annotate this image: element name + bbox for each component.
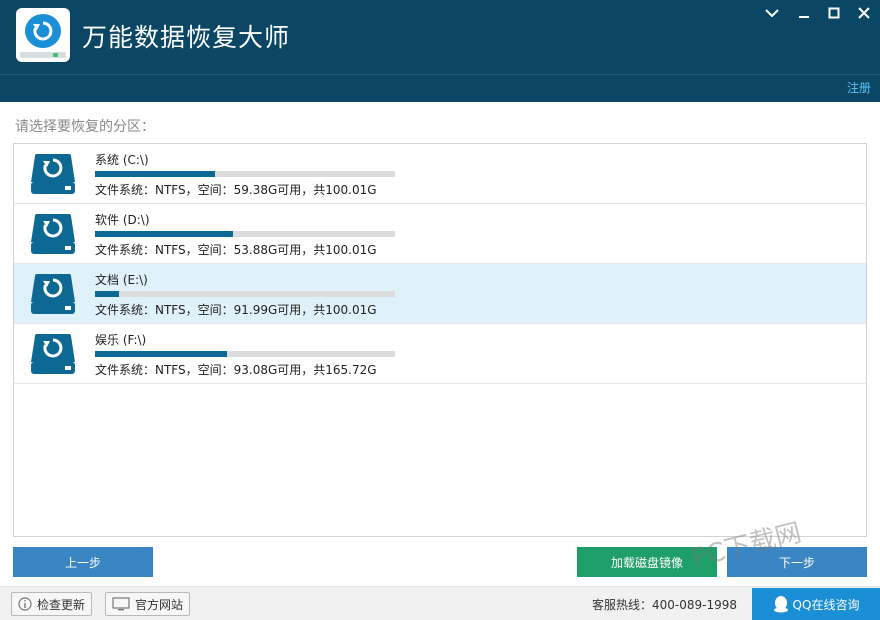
partition-name: 文档 (E:\) xyxy=(95,273,148,287)
partition-name: 娱乐 (F:\) xyxy=(95,333,147,347)
partition-info: 文件系统：NTFS，空间：53.88G可用，共100.01G xyxy=(95,243,377,257)
refresh-drive-icon xyxy=(31,334,75,374)
usage-bar xyxy=(95,171,395,177)
partition-name: 软件 (D:\) xyxy=(95,213,150,227)
qq-consult-button[interactable]: QQ在线咨询 xyxy=(752,588,880,620)
refresh-drive-icon xyxy=(31,154,75,194)
check-update-button[interactable]: 检查更新 xyxy=(11,592,93,616)
hotline-text: 客服热线：400-089-1998 xyxy=(592,598,738,612)
partition-row-e[interactable]: 文档 (E:\) 文件系统：NTFS，空间：91.99G可用，共100.01G xyxy=(14,264,866,324)
official-website-label: 官方网站 xyxy=(135,597,184,612)
app-title: 万能数据恢复大师 xyxy=(82,23,291,52)
partition-row-f[interactable]: 娱乐 (F:\) 文件系统：NTFS，空间：93.08G可用，共165.72G xyxy=(14,324,866,384)
sub-bar xyxy=(0,74,880,102)
register-link[interactable]: 注册 xyxy=(847,79,871,96)
partition-info: 文件系统：NTFS，空间：91.99G可用，共100.01G xyxy=(95,303,377,317)
app-logo-icon xyxy=(16,8,70,62)
usage-bar xyxy=(95,291,395,297)
next-step-button[interactable]: 下一步 xyxy=(727,547,867,577)
check-update-label: 检查更新 xyxy=(37,597,86,612)
refresh-drive-icon xyxy=(31,214,75,254)
chevron-down-icon[interactable] xyxy=(762,4,782,22)
info-icon xyxy=(18,597,32,611)
qq-penguin-icon xyxy=(773,596,788,613)
partition-info: 文件系统：NTFS，空间：59.38G可用，共100.01G xyxy=(95,183,377,197)
select-partition-prompt: 请选择要恢复的分区： xyxy=(15,119,155,135)
refresh-drive-icon xyxy=(31,274,75,314)
maximize-icon[interactable] xyxy=(824,4,844,22)
minimize-icon[interactable] xyxy=(794,4,814,22)
partition-row-c[interactable]: 系统 (C:\) 文件系统：NTFS，空间：59.38G可用，共100.01G xyxy=(14,144,866,204)
partition-list: 系统 (C:\) 文件系统：NTFS，空间：59.38G可用，共100.01G … xyxy=(13,143,867,537)
close-icon[interactable] xyxy=(854,4,874,22)
usage-bar xyxy=(95,231,395,237)
official-website-button[interactable]: 官方网站 xyxy=(105,592,191,616)
partition-info: 文件系统：NTFS，空间：93.08G可用，共165.72G xyxy=(95,363,377,377)
partition-name: 系统 (C:\) xyxy=(95,153,149,167)
prev-step-button[interactable]: 上一步 xyxy=(13,547,153,577)
title-bar: 万能数据恢复大师 xyxy=(0,0,880,102)
monitor-icon xyxy=(112,597,130,611)
qq-consult-label: QQ在线咨询 xyxy=(792,597,860,612)
usage-bar xyxy=(95,351,395,357)
partition-row-d[interactable]: 软件 (D:\) 文件系统：NTFS，空间：53.88G可用，共100.01G xyxy=(14,204,866,264)
load-disk-image-button[interactable]: 加载磁盘镜像 xyxy=(577,547,717,577)
